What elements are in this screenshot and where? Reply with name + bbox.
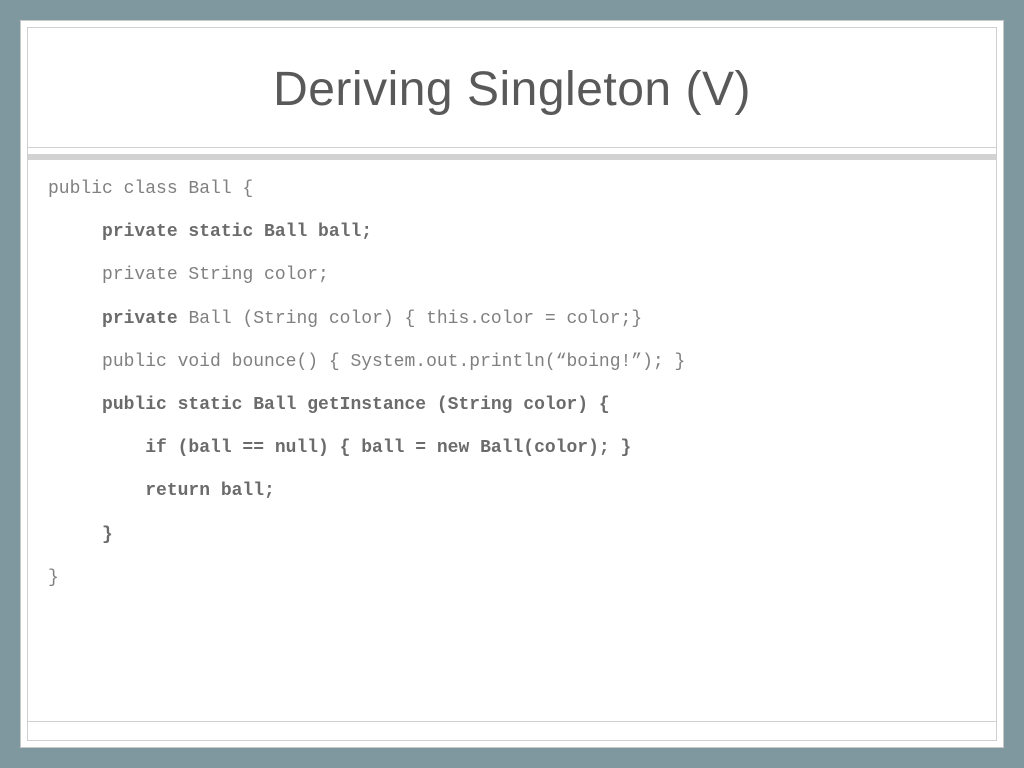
code-line: public class Ball { bbox=[48, 179, 253, 199]
code-line: private static Ball ball; bbox=[102, 222, 372, 242]
slide-title: Deriving Singleton (V) bbox=[48, 62, 976, 117]
code-line: public void bounce() { System.out.printl… bbox=[102, 352, 685, 372]
code-line: if (ball == null) { ball = new Ball(colo… bbox=[145, 438, 631, 458]
code-line: } bbox=[48, 568, 59, 588]
code-line: return ball; bbox=[145, 481, 275, 501]
slide: Deriving Singleton (V) public class Ball… bbox=[20, 20, 1004, 748]
title-box: Deriving Singleton (V) bbox=[28, 28, 996, 148]
code-keyword: private bbox=[102, 309, 178, 329]
slide-inner: Deriving Singleton (V) public class Ball… bbox=[27, 27, 997, 741]
code-line: Ball (String color) { this.color = color… bbox=[178, 309, 642, 329]
code-line: private String color; bbox=[102, 265, 329, 285]
content-area: public class Ball { private static Ball … bbox=[28, 160, 996, 722]
code-line: } bbox=[102, 525, 113, 545]
footer-strip bbox=[28, 722, 996, 740]
code-block: public class Ball { private static Ball … bbox=[48, 168, 976, 600]
code-line: public static Ball getInstance (String c… bbox=[102, 395, 610, 415]
